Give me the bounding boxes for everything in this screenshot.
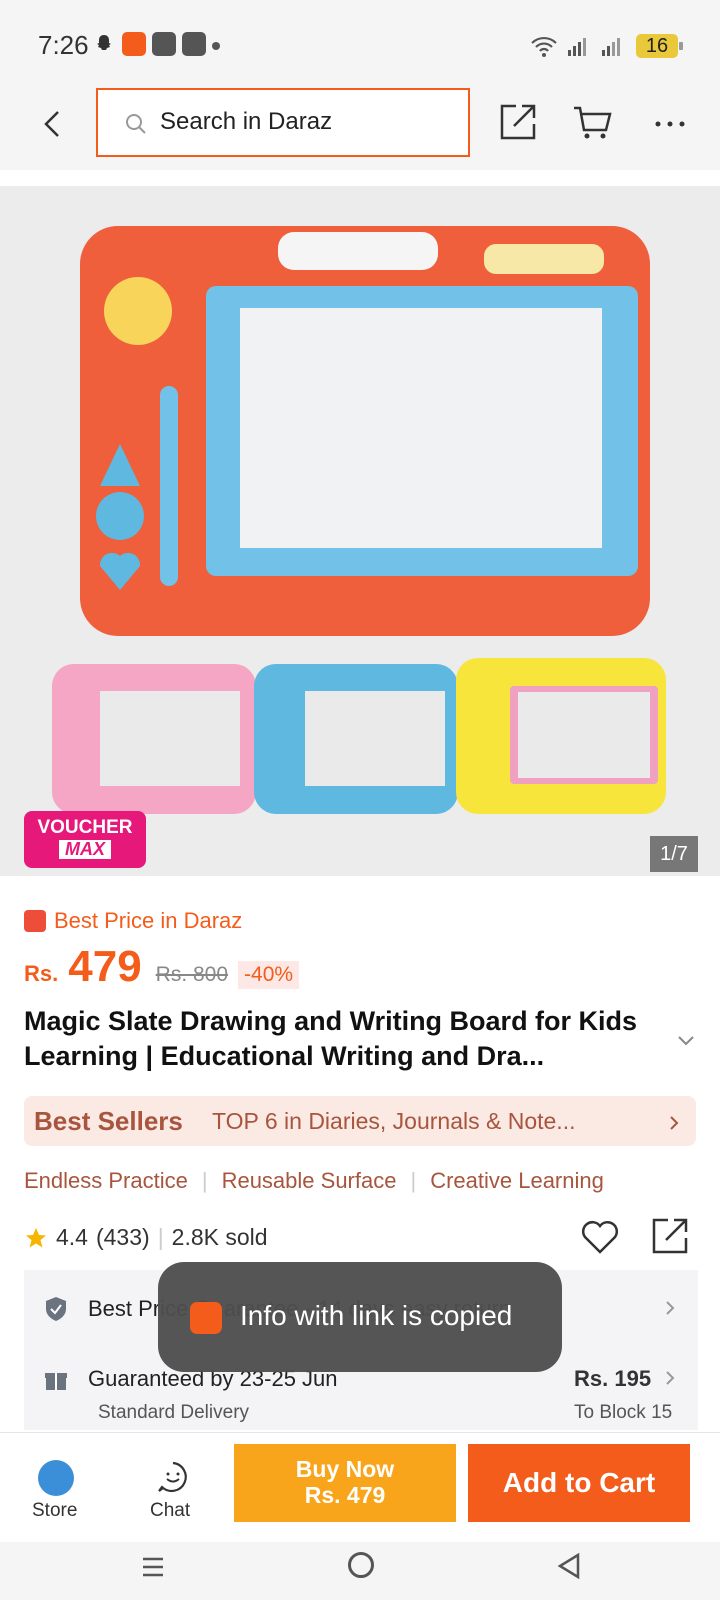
share-icon[interactable] (650, 1216, 690, 1256)
chevron-right-icon (664, 1370, 676, 1386)
feature-tag: Reusable Surface (221, 1168, 397, 1193)
chat-icon[interactable] (156, 1460, 190, 1494)
status-time: 7:26 (38, 30, 89, 60)
more-notifications-dot (212, 42, 220, 50)
review-count: (433) (95, 1224, 150, 1250)
delivery-price: Rs. 195 (574, 1366, 652, 1391)
shield-check-icon (44, 1296, 68, 1322)
app-notification-icon (152, 32, 176, 56)
wishlist-heart-icon[interactable] (580, 1218, 620, 1256)
daraz-app-icon (122, 32, 146, 56)
discount-badge: -40% (238, 961, 300, 989)
best-sellers-label: Best Sellers (34, 1106, 183, 1136)
battery-indicator: 16 (636, 34, 683, 58)
best-price-label: Best Price in Daraz (54, 908, 243, 933)
chevron-right-icon (664, 1300, 676, 1316)
buy-now-button[interactable]: Buy Now Rs. 479 (234, 1444, 456, 1522)
search-input[interactable]: Search in Daraz (160, 105, 332, 139)
divider: | (157, 1224, 164, 1250)
rating-row[interactable]: 4.4 (433) | 2.8K sold (24, 1224, 268, 1251)
price-tag-icon (24, 910, 46, 932)
chevron-right-icon (668, 1115, 680, 1131)
current-price: 479 (68, 942, 142, 991)
best-sellers-rank: TOP 6 in Diaries, Journals & Note... (212, 1108, 576, 1134)
sold-count: 2.8K sold (171, 1224, 268, 1250)
voucher-max-badge: VOUCHER MAX (24, 811, 146, 868)
delivery-location: To Block 15 (574, 1402, 673, 1423)
recent-apps-icon[interactable] (140, 1554, 166, 1580)
home-icon[interactable] (348, 1552, 374, 1578)
divider: | (201, 1168, 208, 1193)
store-icon[interactable] (38, 1460, 74, 1496)
feature-tag: Creative Learning (430, 1168, 604, 1193)
best-price-badge: Best Price in Daraz (24, 908, 242, 934)
search-icon (124, 112, 148, 136)
more-options-icon[interactable] (652, 106, 688, 142)
back-nav-icon[interactable] (556, 1552, 582, 1580)
rating-value: 4.4 (56, 1224, 88, 1250)
divider: | (410, 1168, 417, 1193)
chat-label[interactable]: Chat (150, 1500, 190, 1522)
delivery-box-icon (44, 1368, 68, 1392)
store-label[interactable]: Store (32, 1500, 77, 1522)
snapchat-icon (92, 32, 116, 56)
original-price: Rs. 800 (155, 963, 229, 986)
cart-icon[interactable] (572, 102, 614, 142)
product-image (52, 226, 666, 814)
daraz-app-icon (190, 1302, 222, 1334)
price-row: Rs. 479 Rs. 800 -40% (24, 942, 300, 992)
currency-label: Rs. (24, 961, 59, 986)
feature-tags: Endless Practice | Reusable Surface | Cr… (24, 1168, 604, 1194)
buy-now-label: Buy Now (295, 1456, 395, 1482)
wifi-icon (530, 34, 558, 63)
chevron-down-icon[interactable] (676, 1034, 696, 1048)
signal-icon (566, 34, 590, 63)
star-icon (26, 1227, 46, 1247)
product-image-gallery[interactable] (0, 186, 720, 876)
share-icon[interactable] (498, 102, 538, 142)
delivery-type: Standard Delivery (98, 1402, 250, 1423)
signal-4g-icon (600, 34, 624, 63)
back-icon[interactable] (36, 106, 72, 142)
toast-text: Info with link is copied (240, 1300, 513, 1331)
product-title[interactable]: Magic Slate Drawing and Writing Board fo… (24, 1004, 664, 1074)
app-notification-icon-2 (182, 32, 206, 56)
voucher-label: VOUCHER (37, 817, 133, 838)
voucher-max-label: MAX (59, 840, 111, 859)
feature-tag: Endless Practice (24, 1168, 188, 1193)
buy-now-price: Rs. 479 (304, 1482, 386, 1508)
add-to-cart-button[interactable]: Add to Cart (468, 1444, 690, 1522)
image-counter: 1/7 (650, 836, 698, 872)
